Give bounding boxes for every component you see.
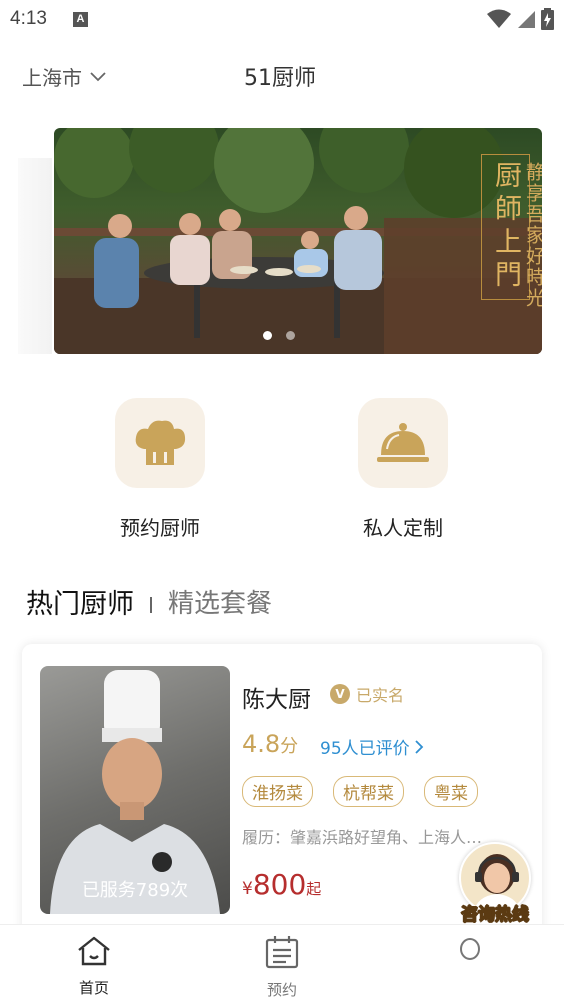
cloche-icon — [358, 398, 448, 488]
chevron-right-icon — [415, 740, 424, 754]
banner-dot[interactable] — [286, 331, 295, 340]
city-selector[interactable]: 上海市 — [22, 62, 106, 91]
hotline-label: 咨询热线 — [461, 905, 530, 926]
profile-icon — [460, 938, 480, 960]
tab-divider — [150, 596, 152, 613]
cuisine-tag: 淮扬菜 — [242, 776, 313, 807]
banner-tagline: 静享吾家好時光 — [523, 162, 542, 309]
nav-home[interactable]: 首页 — [54, 935, 134, 998]
banner-pagination — [263, 331, 295, 340]
banner-carousel[interactable]: 厨師上門 静享吾家好時光 — [54, 128, 542, 354]
city-label: 上海市 — [22, 66, 82, 90]
signal-icon — [518, 11, 535, 28]
reviews-link[interactable]: 95人已评价 — [320, 734, 424, 759]
served-count: 已服务789次 — [81, 880, 189, 901]
banner-peek — [18, 158, 52, 354]
tab-hot-chefs[interactable]: 热门厨师 — [26, 582, 134, 621]
custom-menu-label: 私人定制 — [363, 516, 443, 540]
custom-menu-button[interactable]: 私人定制 — [323, 398, 483, 541]
reviews-label: 95人已评价 — [320, 739, 410, 759]
banner-image — [54, 128, 542, 354]
rating-unit: 分 — [280, 736, 299, 757]
price-suffix: 起 — [306, 880, 322, 898]
nav-home-label: 首页 — [78, 979, 109, 997]
home-icon — [78, 936, 110, 966]
rating-value: 4.8 — [242, 730, 281, 758]
chef-hat-icon — [115, 398, 205, 488]
wifi-icon — [487, 9, 511, 28]
page-title: 51厨师 — [244, 66, 316, 91]
price-value: 800 — [252, 868, 307, 901]
chef-price: ¥800起 — [242, 868, 321, 901]
verified-icon: V — [330, 684, 350, 704]
battery-icon — [541, 8, 554, 30]
banner-dot[interactable] — [263, 331, 272, 340]
bottom-nav: 首页 预约 — [0, 924, 564, 1004]
verified-label: 已实名 — [356, 686, 405, 705]
chef-rating: 4.8分 — [242, 730, 298, 758]
price-symbol: ¥ — [242, 879, 253, 899]
cuisine-tag: 杭帮菜 — [333, 776, 404, 807]
chef-photo: 已服务789次 — [40, 666, 230, 914]
status-icons — [487, 8, 554, 30]
status-bar: 4:13 A — [0, 0, 564, 38]
chef-name: 陈大厨 — [242, 687, 311, 713]
notification-icon: A — [73, 12, 88, 27]
book-chef-button[interactable]: 预约厨师 — [80, 398, 240, 541]
status-time: 4:13 — [10, 8, 47, 29]
hotline-button[interactable]: 咨询热线 — [452, 842, 538, 926]
verified-badge: V 已实名 — [330, 682, 404, 706]
nav-profile[interactable] — [459, 937, 481, 965]
header: 上海市 51厨师 — [0, 50, 564, 100]
calendar-icon — [265, 936, 299, 969]
chevron-down-icon — [90, 71, 106, 81]
section-tabs: 热门厨师 精选套餐 — [26, 582, 272, 621]
cuisine-tags: 淮扬菜 杭帮菜 粤菜 — [242, 776, 478, 807]
nav-booking-label: 预约 — [266, 981, 297, 999]
cuisine-tag: 粤菜 — [424, 776, 478, 807]
tab-selected-packages[interactable]: 精选套餐 — [168, 583, 272, 620]
book-chef-label: 预约厨师 — [120, 516, 200, 540]
nav-booking[interactable]: 预约 — [242, 935, 322, 1000]
